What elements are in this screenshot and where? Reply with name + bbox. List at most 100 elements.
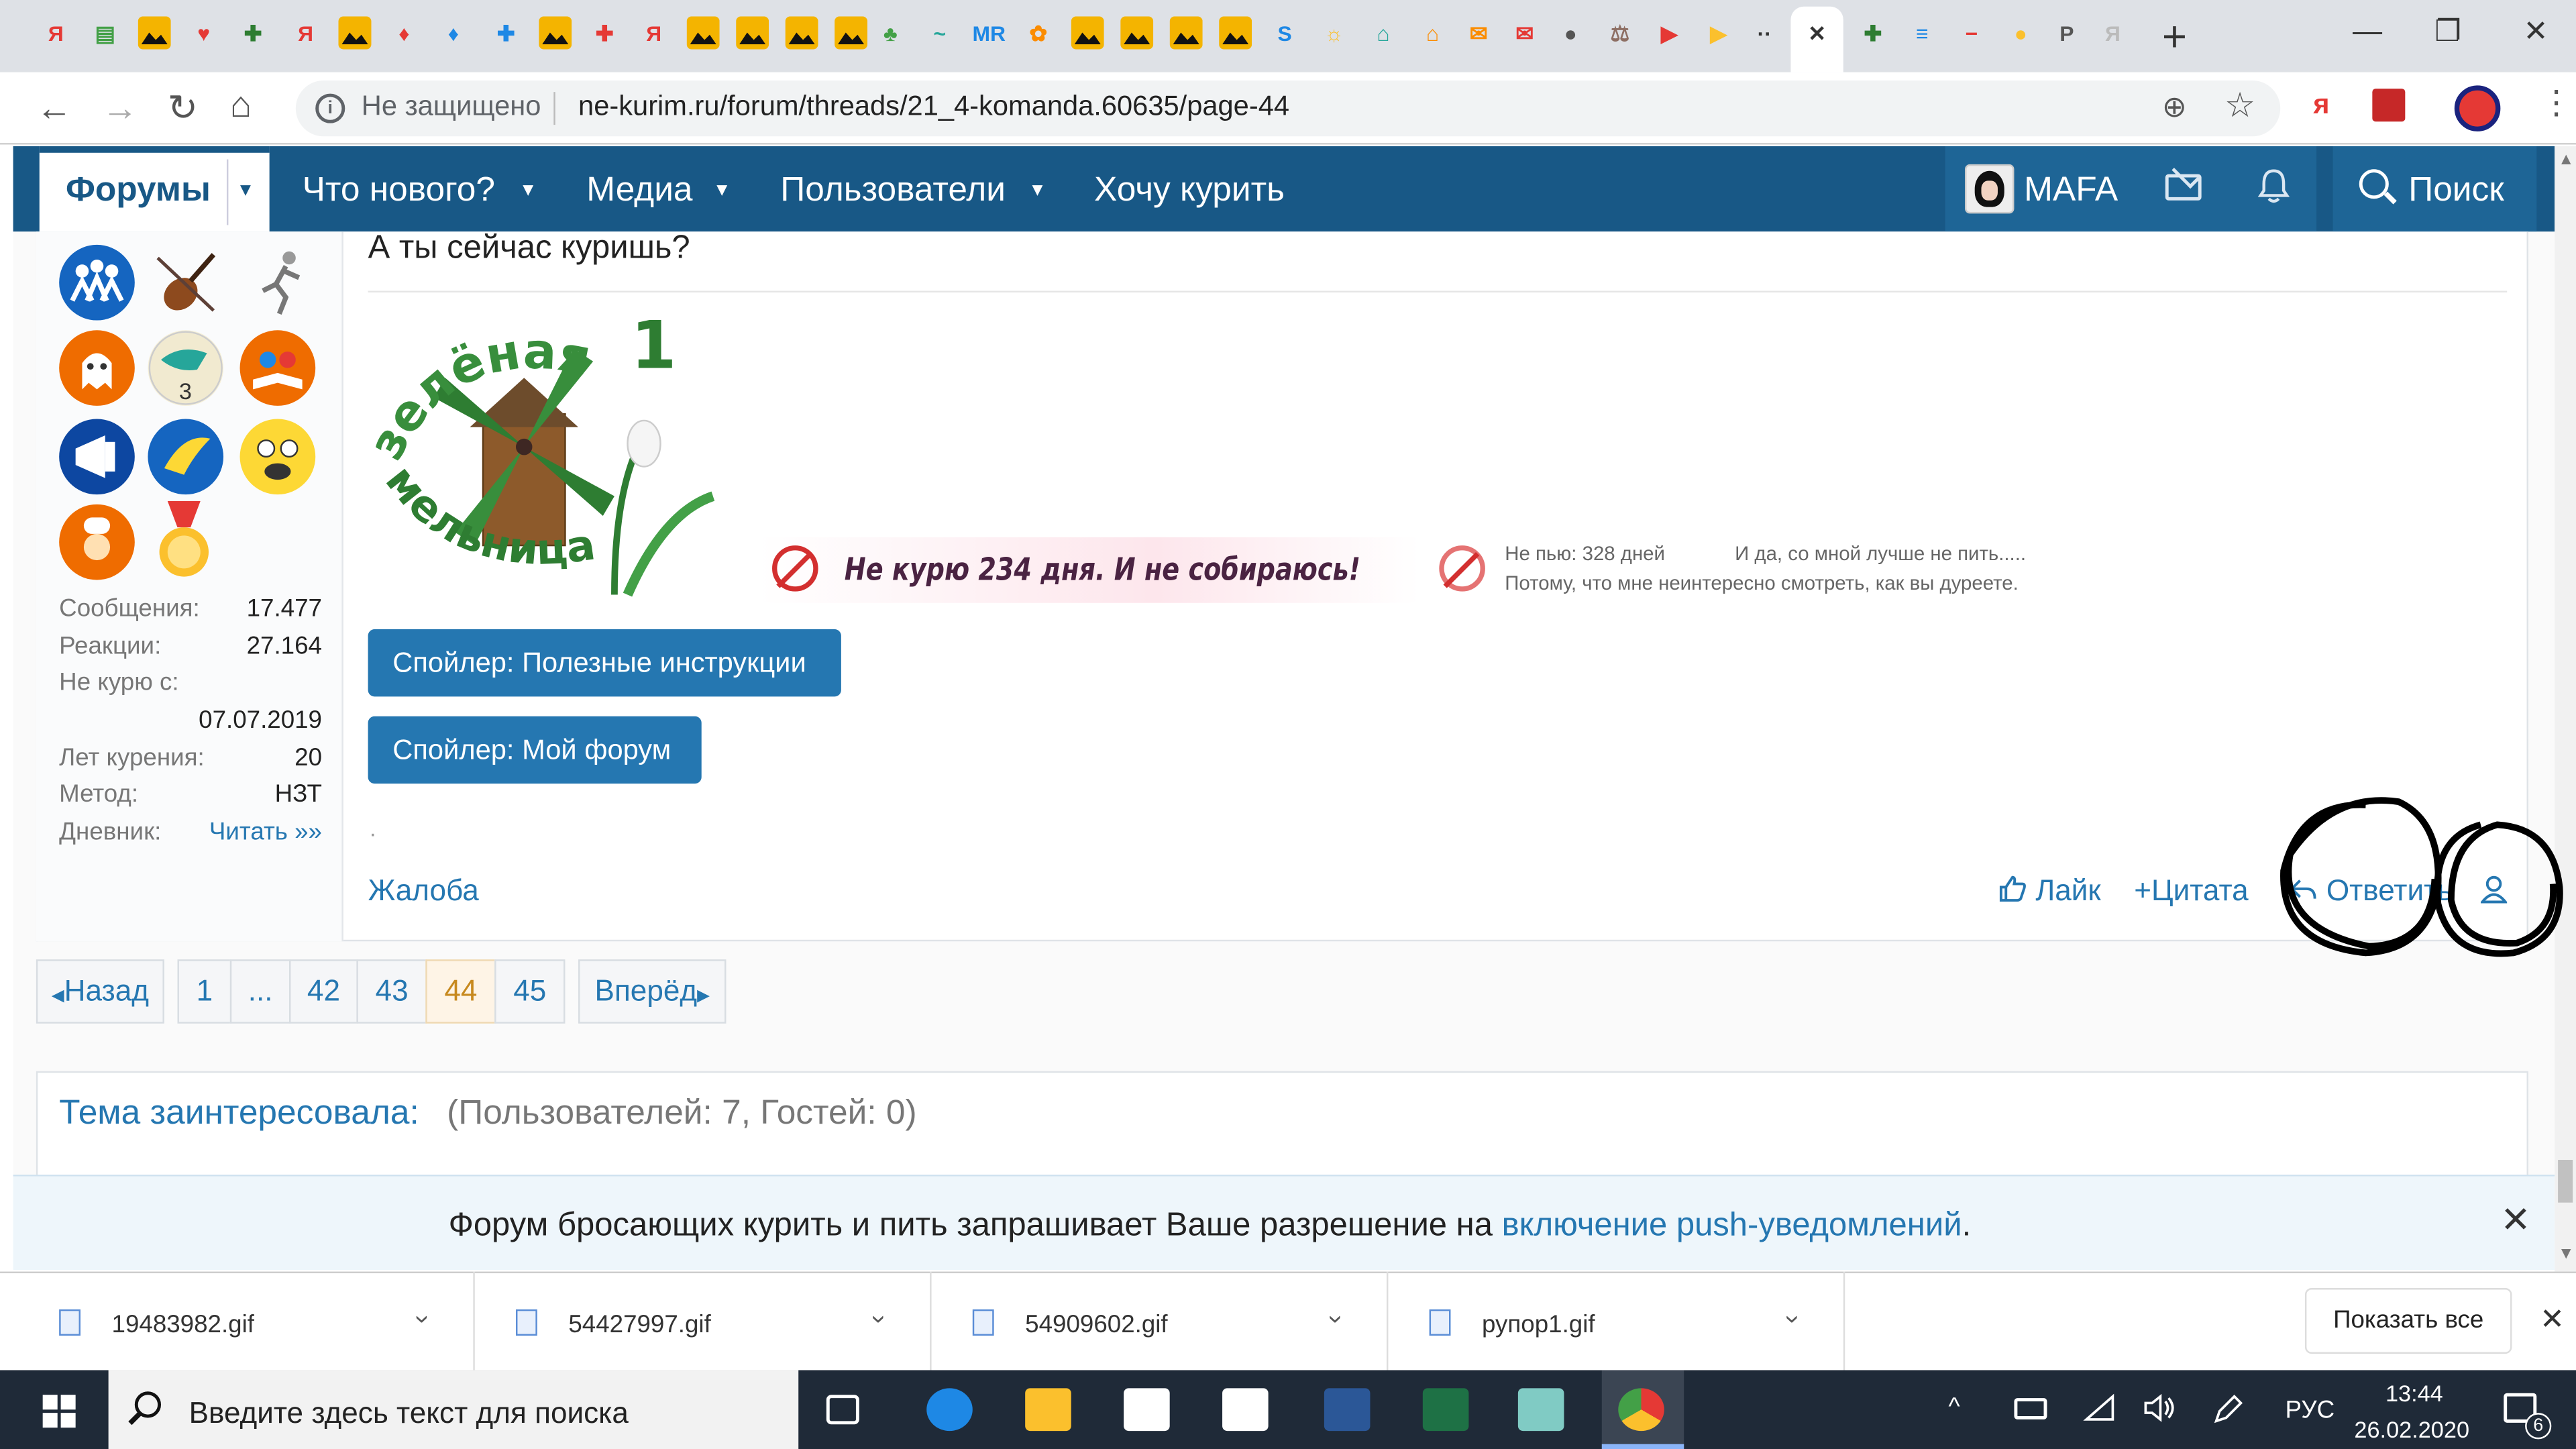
play-icon[interactable]: ▶ xyxy=(1702,16,1735,49)
download-filename[interactable]: рупор1.gif xyxy=(1482,1311,1595,1339)
medal-3-trophy-icon[interactable]: 3 xyxy=(148,330,224,406)
taskbar-search-placeholder[interactable]: Введите здесь текст для поиска xyxy=(189,1397,629,1431)
scrollbar-thumb[interactable] xyxy=(2558,1159,2573,1203)
chevron-up-icon[interactable]: ‹ xyxy=(407,1315,437,1324)
info-icon[interactable]: i xyxy=(315,93,345,123)
dots-icon[interactable]: ·· xyxy=(1748,16,1781,49)
excel-icon[interactable] xyxy=(1422,1388,1469,1432)
bookmark-star-icon[interactable]: ☆ xyxy=(2224,85,2255,126)
zoom-icon[interactable]: ⊕ xyxy=(2162,91,2187,125)
battery-icon[interactable] xyxy=(2014,1398,2047,1419)
ghost-trophy-icon[interactable] xyxy=(59,330,135,406)
image-icon[interactable] xyxy=(138,16,171,50)
flower-icon[interactable]: ✿ xyxy=(1022,16,1055,49)
chef-trophy-icon[interactable] xyxy=(59,504,135,580)
paint-icon[interactable] xyxy=(1517,1388,1564,1432)
plus-icon[interactable]: ✚ xyxy=(1856,16,1889,49)
house-icon[interactable]: ⌂ xyxy=(1367,16,1400,49)
word-icon[interactable] xyxy=(1324,1388,1371,1432)
home-button[interactable]: ⌂ xyxy=(230,85,252,125)
push-enable-link[interactable]: включение push-уведомлений xyxy=(1502,1208,1962,1244)
pagination-next[interactable]: Вперёд▶ xyxy=(578,959,727,1024)
download-filename[interactable]: 54909602.gif xyxy=(1025,1311,1167,1339)
chevron-down-icon[interactable]: ▼ xyxy=(1028,180,1046,200)
image-icon[interactable] xyxy=(338,16,372,50)
nav-forums-label[interactable]: Форумы xyxy=(66,171,211,211)
scales-icon[interactable]: ⚖ xyxy=(1603,16,1636,49)
security-status[interactable]: Не защищено xyxy=(362,91,541,123)
nav-media[interactable]: Медиа xyxy=(586,171,692,211)
map-pin-icon[interactable]: ♦ xyxy=(388,16,421,49)
clock-time[interactable]: 13:44 xyxy=(2385,1380,2443,1406)
image-icon[interactable] xyxy=(686,16,720,50)
nav-users[interactable]: Пользователи xyxy=(780,171,1006,211)
chevron-down-icon[interactable]: ▼ xyxy=(237,180,255,200)
scrollbar[interactable] xyxy=(2555,146,2576,1272)
search-label[interactable]: Поиск xyxy=(2408,171,2504,211)
reply-button[interactable]: Ответить xyxy=(2288,874,2453,908)
pagination-page[interactable]: 45 xyxy=(494,959,566,1024)
mail-app-icon[interactable] xyxy=(1222,1388,1269,1432)
gold-medal-icon[interactable] xyxy=(154,500,213,583)
chevron-up-icon[interactable]: ‹ xyxy=(1320,1315,1350,1324)
image-icon[interactable] xyxy=(1120,16,1154,50)
username[interactable]: MAFA xyxy=(2024,171,2118,211)
push-close-button[interactable]: ✕ xyxy=(2500,1199,2530,1242)
window-close-button[interactable]: ✕ xyxy=(2524,13,2548,50)
chrome-icon[interactable] xyxy=(1618,1388,1664,1432)
leaf-icon[interactable]: ~ xyxy=(923,16,956,49)
plus-icon[interactable]: ✚ xyxy=(237,16,270,49)
pagination-page[interactable]: 43 xyxy=(356,959,427,1024)
browser-menu-icon[interactable]: ⋮ xyxy=(2540,85,2573,121)
house-icon[interactable]: ⌂ xyxy=(1416,16,1449,49)
youtube-icon[interactable]: ▶ xyxy=(1653,16,1686,49)
cross-icon[interactable]: ✚ xyxy=(490,16,523,49)
mail-icon[interactable]: ✉ xyxy=(1462,16,1495,49)
spoiler-instructions-button[interactable]: Спойлер: Полезные инструкции xyxy=(368,629,841,697)
image-icon[interactable] xyxy=(785,16,818,50)
volume-icon[interactable] xyxy=(2142,1393,2178,1430)
chevron-up-icon[interactable]: ‹ xyxy=(1777,1315,1807,1324)
image-icon[interactable] xyxy=(1219,16,1252,50)
docs-icon[interactable]: ≡ xyxy=(1906,16,1939,49)
back-button[interactable]: ← xyxy=(36,88,72,128)
scroll-down-arrow[interactable]: ▼ xyxy=(2558,1245,2574,1263)
trophy-icon[interactable] xyxy=(59,244,135,321)
bird-trophy-icon[interactable] xyxy=(148,419,224,495)
nav-whats-new[interactable]: Что нового? xyxy=(303,171,495,211)
quote-button[interactable]: +Цитата xyxy=(2134,874,2248,908)
cart-icon[interactable]: ▤ xyxy=(89,16,121,49)
mr-icon[interactable]: MR xyxy=(973,16,1006,49)
yandex-icon[interactable]: Я xyxy=(289,16,322,49)
task-view-icon[interactable] xyxy=(826,1395,859,1425)
chevron-down-icon[interactable]: ▼ xyxy=(713,180,731,200)
download-filename[interactable]: 54427997.gif xyxy=(568,1311,710,1339)
like-button[interactable]: Лайк xyxy=(1998,874,2101,908)
reload-button[interactable]: ↻ xyxy=(168,88,198,128)
pagination-ellipsis[interactable]: ... xyxy=(229,959,291,1024)
pen-icon[interactable] xyxy=(2211,1393,2244,1433)
yandex-icon[interactable]: Я xyxy=(2096,16,2129,49)
yandex-icon[interactable]: Я xyxy=(637,16,670,49)
file-explorer-icon[interactable] xyxy=(1025,1388,1071,1432)
pagination-page[interactable]: 1 xyxy=(177,959,232,1024)
yandex-extension-icon[interactable]: я xyxy=(2313,89,2329,121)
downloads-close-button[interactable]: ✕ xyxy=(2540,1303,2565,1337)
pagination-prev[interactable]: ◀Назад xyxy=(36,959,164,1024)
megaphone-trophy-icon[interactable] xyxy=(59,419,135,495)
flask-icon[interactable]: ♣ xyxy=(874,16,907,49)
chevron-up-icon[interactable]: ‹ xyxy=(863,1315,893,1324)
close-icon[interactable]: ✕ xyxy=(1801,16,1833,49)
runner-trophy-icon[interactable] xyxy=(240,245,316,321)
language-indicator[interactable]: РУС xyxy=(2286,1397,2335,1425)
globe-icon[interactable]: ● xyxy=(1554,16,1587,49)
pagination-page[interactable]: 42 xyxy=(289,959,358,1024)
image-icon[interactable] xyxy=(1169,16,1203,50)
minus-circle-icon[interactable]: − xyxy=(1955,16,1988,49)
nav-want-smoke[interactable]: Хочу курить xyxy=(1094,171,1285,211)
interested-title-link[interactable]: Тема заинтересовала: xyxy=(59,1094,419,1134)
image-icon[interactable] xyxy=(835,16,868,50)
edge-icon[interactable] xyxy=(926,1388,973,1432)
diary-link[interactable]: Читать »» xyxy=(209,818,322,847)
p-icon[interactable]: P xyxy=(2050,16,2083,49)
